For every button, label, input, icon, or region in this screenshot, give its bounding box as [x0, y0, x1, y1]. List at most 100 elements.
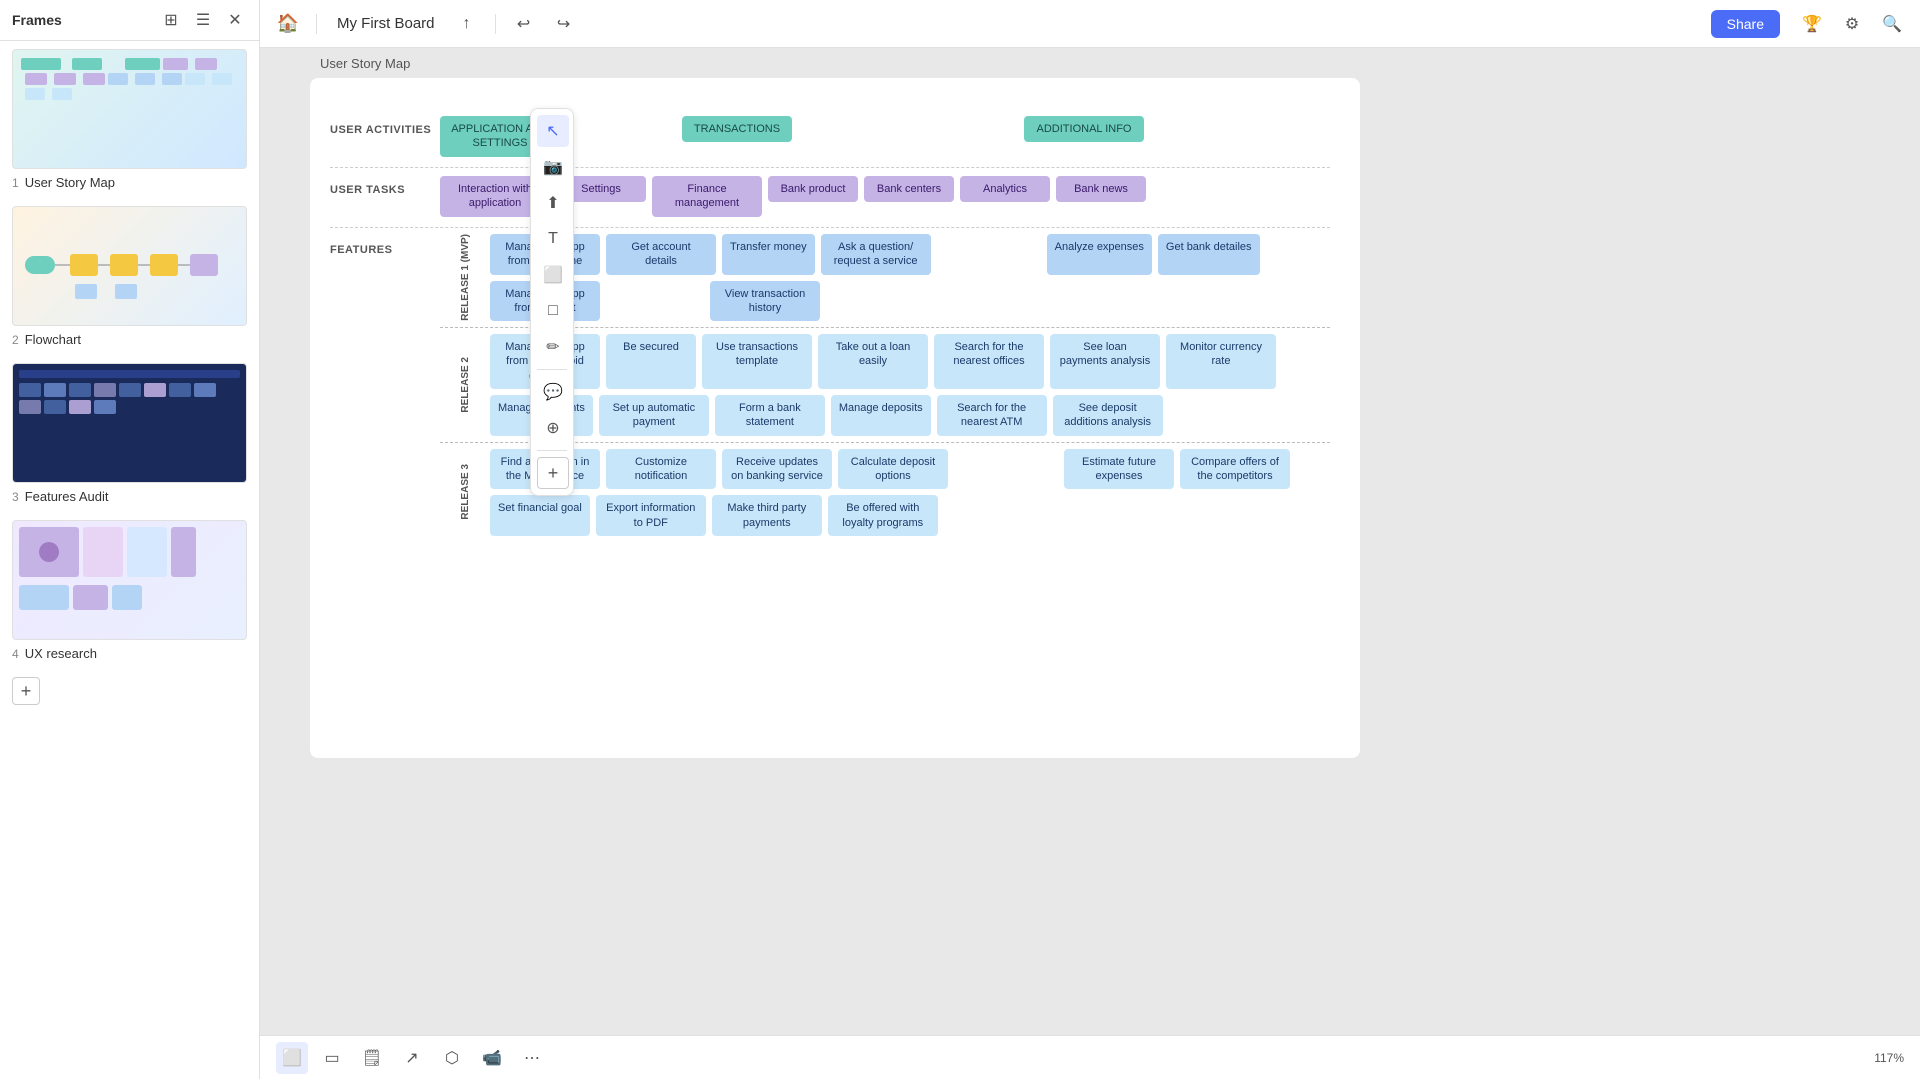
task-card-finance[interactable]: Finance management [652, 176, 762, 217]
features-section: FEATURES Release 1 (MVP) Manage the app … [330, 228, 1330, 542]
release1-row2: Manage the app from a tablet View transa… [490, 281, 1330, 322]
r2-bank-statement[interactable]: Form a bank statement [715, 395, 825, 436]
canvas[interactable]: ↖ 📷 ⬆ T ⬜ □ ✏ 💬 ⊕ + User Story Map USER … [260, 48, 1920, 1035]
r3-loyalty[interactable]: Be offered with loyalty programs [828, 495, 938, 536]
controls-icon[interactable]: ⚙ [1836, 8, 1868, 40]
text-tool[interactable]: T [537, 223, 569, 255]
sticky-tool[interactable]: 🗒 [356, 1042, 388, 1074]
frame-title-3: Features Audit [25, 489, 109, 504]
cursor-tool[interactable]: ↖ [537, 115, 569, 147]
r3-export-pdf[interactable]: Export information to PDF [596, 495, 706, 536]
frame-label-4: 4 UX research [12, 646, 247, 661]
release1-label-col: Release 1 (MVP) [440, 234, 490, 321]
r1-get-account[interactable]: Get account details [606, 234, 716, 275]
release3-label: Release 3 [460, 464, 471, 520]
release2-row2: Manage accounts Set up automatic payment… [490, 395, 1330, 436]
release2-label: Release 2 [460, 357, 471, 413]
trophy-icon[interactable]: 🏆 [1796, 8, 1828, 40]
r2-nearest-offices[interactable]: Search for the nearest offices [934, 334, 1044, 389]
r1-transfer[interactable]: Transfer money [722, 234, 815, 275]
release2-row1: Manage the app from an Android device Be… [490, 334, 1330, 389]
activity-card-transactions[interactable]: TRANSACTIONS [682, 116, 792, 142]
task-card-bank-product[interactable]: Bank product [768, 176, 858, 202]
undo-button[interactable]: ↩ [508, 8, 540, 40]
rect-tool[interactable]: □ [537, 295, 569, 327]
frame-number-4: 4 [12, 647, 19, 661]
r1-get-bank[interactable]: Get bank detailes [1158, 234, 1260, 275]
add-tool-button[interactable]: + [537, 457, 569, 489]
r2-deposits[interactable]: Manage deposits [831, 395, 931, 436]
camera-tool-bottom[interactable]: 📹 [476, 1042, 508, 1074]
camera-tool[interactable]: 📷 [537, 151, 569, 183]
r2-nearest-atm[interactable]: Search for the nearest ATM [937, 395, 1047, 436]
r3-third-party[interactable]: Make third party payments [712, 495, 822, 536]
activity-card-additional[interactable]: ADDITIONAL INFO [1024, 116, 1144, 142]
r3-updates[interactable]: Receive updates on banking service [722, 449, 832, 490]
r2-secured[interactable]: Be secured [606, 334, 696, 389]
bottombar: ⬜ ▭ 🗒 ↗ ⬡ 📹 ⋯ 117% [260, 1035, 1920, 1079]
close-icon[interactable]: ✕ [223, 8, 247, 32]
more-tools[interactable]: ⋯ [516, 1042, 548, 1074]
frame-label-1: 1 User Story Map [12, 175, 247, 190]
r3-financial-goal[interactable]: Set financial goal [490, 495, 590, 536]
share-export-icon[interactable]: ↑ [451, 8, 483, 40]
connector-tool[interactable]: ↗ [396, 1042, 428, 1074]
frame-tool[interactable]: ⬜ [537, 259, 569, 291]
r3-deposit-calc[interactable]: Calculate deposit options [838, 449, 948, 490]
r3-future-expenses[interactable]: Estimate future expenses [1064, 449, 1174, 490]
flowchart-thumb [20, 216, 240, 316]
menu-icon[interactable]: ☰ [191, 8, 215, 32]
pencil-tool[interactable]: ✏ [537, 331, 569, 363]
r2-deposit-additions[interactable]: See deposit additions analysis [1053, 395, 1163, 436]
sidebar-item-1[interactable]: 1 User Story Map [0, 41, 259, 198]
frame-title-4: UX research [25, 646, 97, 661]
task-card-analytics[interactable]: Analytics [960, 176, 1050, 202]
search-icon[interactable]: 🔍 [1876, 8, 1908, 40]
topbar: 🏠 My First Board ↑ ↩ ↪ Share 🏆 ⚙ 🔍 [260, 0, 1920, 48]
frame-title-1: User Story Map [25, 175, 115, 190]
frame-number-3: 3 [12, 490, 19, 504]
task-card-bank-news[interactable]: Bank news [1056, 176, 1146, 202]
frame-label-3: 3 Features Audit [12, 489, 247, 504]
grid-icon[interactable]: ⊞ [159, 8, 183, 32]
comment-tool[interactable]: 💬 [537, 376, 569, 408]
transform-tool[interactable]: ⊕ [537, 412, 569, 444]
frame-thumbnail-3 [12, 363, 247, 483]
r3-compare[interactable]: Compare offers of the competitors [1180, 449, 1290, 490]
release3-label-col: Release 3 [440, 449, 490, 536]
user-activities-row: USER ACTIVITIES APPLICATION AND SETTINGS… [330, 108, 1330, 168]
r2-auto-payment[interactable]: Set up automatic payment [599, 395, 709, 436]
r1-analyze[interactable]: Analyze expenses [1047, 234, 1152, 275]
task-card-bank-centers[interactable]: Bank centers [864, 176, 954, 202]
redo-button[interactable]: ↪ [548, 8, 580, 40]
frame-title-2: Flowchart [25, 332, 81, 347]
r1-view-transaction[interactable]: View transaction history [710, 281, 820, 322]
sidebar-item-3[interactable]: 3 Features Audit [0, 355, 259, 512]
r3-notification[interactable]: Customize notification [606, 449, 716, 490]
user-activities-label: USER ACTIVITIES [330, 116, 440, 136]
story-map: USER ACTIVITIES APPLICATION AND SETTINGS… [330, 108, 1330, 542]
r2-loan[interactable]: Take out a loan easily [818, 334, 928, 389]
canvas-frame-label: User Story Map [320, 56, 410, 71]
topbar-separator-2 [495, 14, 496, 34]
home-button[interactable]: 🏠 [272, 8, 304, 40]
select-tool-bottom[interactable]: ⬜ [276, 1042, 308, 1074]
board-title: My First Board [337, 15, 435, 32]
frame-tool-bottom[interactable]: ▭ [316, 1042, 348, 1074]
r2-transactions-template[interactable]: Use transactions template [702, 334, 812, 389]
export-tool[interactable]: ⬡ [436, 1042, 468, 1074]
user-tasks-row: USER TASKS Interaction with application … [330, 168, 1330, 228]
r1-ask-question[interactable]: Ask a question/ request a service [821, 234, 931, 275]
sidebar-header: Frames ⊞ ☰ ✕ [0, 0, 259, 41]
frame-number-2: 2 [12, 333, 19, 347]
frame-thumbnail-4 [12, 520, 247, 640]
r2-currency[interactable]: Monitor currency rate [1166, 334, 1276, 389]
sidebar-item-2[interactable]: 2 Flowchart [0, 198, 259, 355]
upload-tool[interactable]: ⬆ [537, 187, 569, 219]
tool-divider-2 [537, 450, 567, 451]
share-button[interactable]: Share [1711, 10, 1780, 38]
add-frame-button[interactable]: + [12, 677, 40, 705]
zoom-level: 117% [1874, 1051, 1904, 1065]
r2-loan-payments[interactable]: See loan payments analysis [1050, 334, 1160, 389]
sidebar-item-4[interactable]: 4 UX research [0, 512, 259, 669]
